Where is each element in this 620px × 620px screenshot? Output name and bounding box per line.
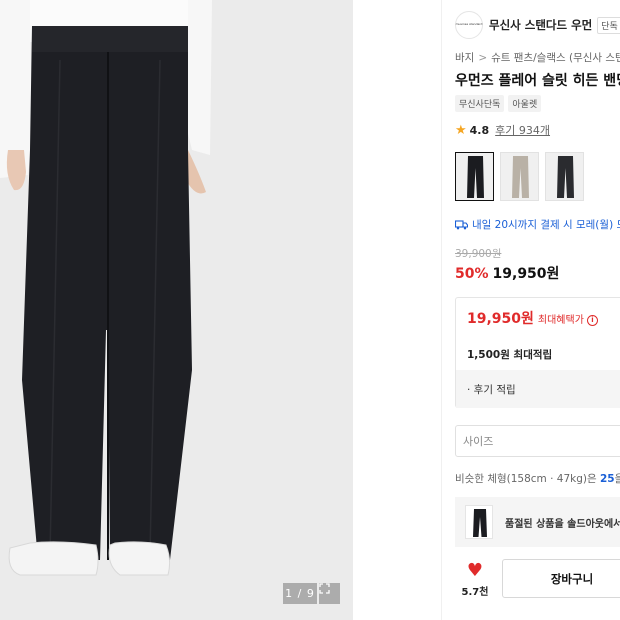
image-counter: 1 / 9 bbox=[283, 583, 317, 604]
tag-outlet: 아울렛 bbox=[508, 95, 542, 112]
similar-body-prefix: 비슷한 체형(158cm · 47kg)은 bbox=[455, 473, 597, 485]
delivery-info[interactable]: 내일 20시까지 결제 시 모레(월) 도착 bbox=[455, 217, 620, 232]
delivery-text: 내일 20시까지 결제 시 모레(월) 도착 bbox=[472, 219, 620, 231]
info-icon[interactable]: i bbox=[586, 315, 598, 326]
panel-divider bbox=[441, 0, 442, 620]
original-price: 39,900원 bbox=[455, 248, 502, 260]
brand-row[interactable]: musinsa standard 무신사 스탠다드 우먼 단독 bbox=[455, 11, 620, 39]
sale-price: 19,950원 bbox=[492, 266, 560, 282]
breadcrumb: 바지 > 슈트 팬츠/슬랙스 (무신사 스탠 bbox=[455, 50, 620, 65]
soldout-banner[interactable]: 품절된 상품을 솔드아웃에서 bbox=[455, 497, 620, 547]
color-swatches bbox=[455, 152, 584, 201]
product-photo bbox=[0, 0, 353, 620]
size-select[interactable]: 사이즈 bbox=[455, 425, 620, 457]
max-benefit-price: 19,950원 bbox=[467, 311, 534, 327]
brand-name[interactable]: 무신사 스탠다드 우먼 bbox=[489, 17, 592, 33]
color-swatch-beige[interactable] bbox=[500, 152, 539, 201]
price-row: 50% 19,950원 bbox=[455, 263, 559, 283]
review-points: · 후기 적립 bbox=[456, 370, 620, 408]
brand-logo[interactable]: musinsa standard bbox=[455, 11, 483, 39]
truck-icon bbox=[455, 219, 468, 229]
max-points: 1,500원 최대적립 bbox=[467, 349, 553, 361]
rating-row: ★ 4.8 후기 934개 bbox=[455, 122, 550, 138]
similar-body-suffix: 을 bbox=[614, 473, 620, 485]
benefit-box: 19,950원 최대혜택가 i 1,500원 최대적립 · 후기 적립 bbox=[455, 297, 620, 408]
color-swatch-charcoal[interactable] bbox=[545, 152, 584, 201]
color-swatch-black[interactable] bbox=[455, 152, 494, 201]
breadcrumb-item-category[interactable]: 바지 bbox=[455, 52, 474, 64]
product-info-panel: musinsa standard 무신사 스탠다드 우먼 단독 바지 > 슈트 팬츠… bbox=[455, 0, 620, 620]
product-tags: 무신사단독 아울렛 bbox=[455, 95, 542, 112]
add-to-cart-button[interactable]: 장바구니 bbox=[502, 559, 620, 598]
soldout-text: 품절된 상품을 솔드아웃에서 bbox=[505, 518, 620, 530]
breadcrumb-item-subcategory[interactable]: 슈트 팬츠/슬랙스 (무신사 스탠 bbox=[491, 52, 620, 64]
exclusive-badge: 단독 bbox=[597, 16, 620, 34]
star-icon: ★ bbox=[455, 122, 467, 138]
max-benefit-label: 최대혜택가 bbox=[537, 315, 584, 326]
discount-rate: 50% bbox=[455, 266, 489, 282]
similar-body-count: 25 bbox=[600, 473, 615, 485]
rating-score: 4.8 bbox=[469, 123, 490, 137]
similar-body-info[interactable]: 비슷한 체형(158cm · 47kg)은 25을 bbox=[455, 471, 620, 486]
product-image-gallery[interactable]: 1 / 9 bbox=[0, 0, 353, 620]
heart-icon: ♥ bbox=[466, 560, 484, 581]
like-button[interactable]: ♥ 5.7천 bbox=[455, 560, 495, 600]
tag-exclusive: 무신사단독 bbox=[455, 95, 505, 112]
review-count-link[interactable]: 후기 934개 bbox=[495, 122, 550, 138]
like-count: 5.7천 bbox=[461, 587, 489, 598]
breadcrumb-separator: > bbox=[478, 52, 488, 64]
expand-icon[interactable] bbox=[319, 583, 340, 604]
max-benefit-price-row[interactable]: 19,950원 최대혜택가 i bbox=[467, 308, 598, 328]
product-title: 우먼즈 플레어 슬릿 히든 밴딩 bbox=[455, 73, 620, 89]
soldout-thumbnail bbox=[465, 505, 493, 539]
